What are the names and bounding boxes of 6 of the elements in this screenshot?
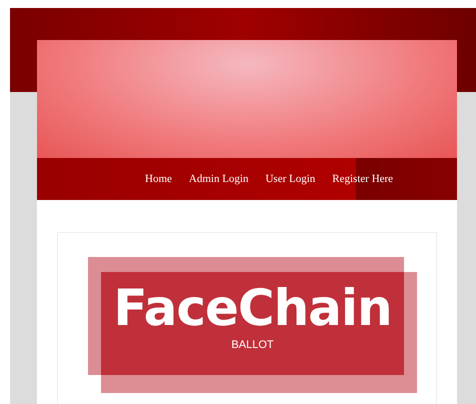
nav-link[interactable]: Admin Login [188, 170, 248, 188]
nav-link[interactable]: Home [145, 170, 172, 188]
logo-title: FaceChain [113, 278, 392, 338]
nav-link[interactable]: Register Here [332, 170, 394, 188]
logo-subtitle: BALLOT [231, 338, 274, 352]
nav-link[interactable]: User Login [265, 170, 316, 188]
